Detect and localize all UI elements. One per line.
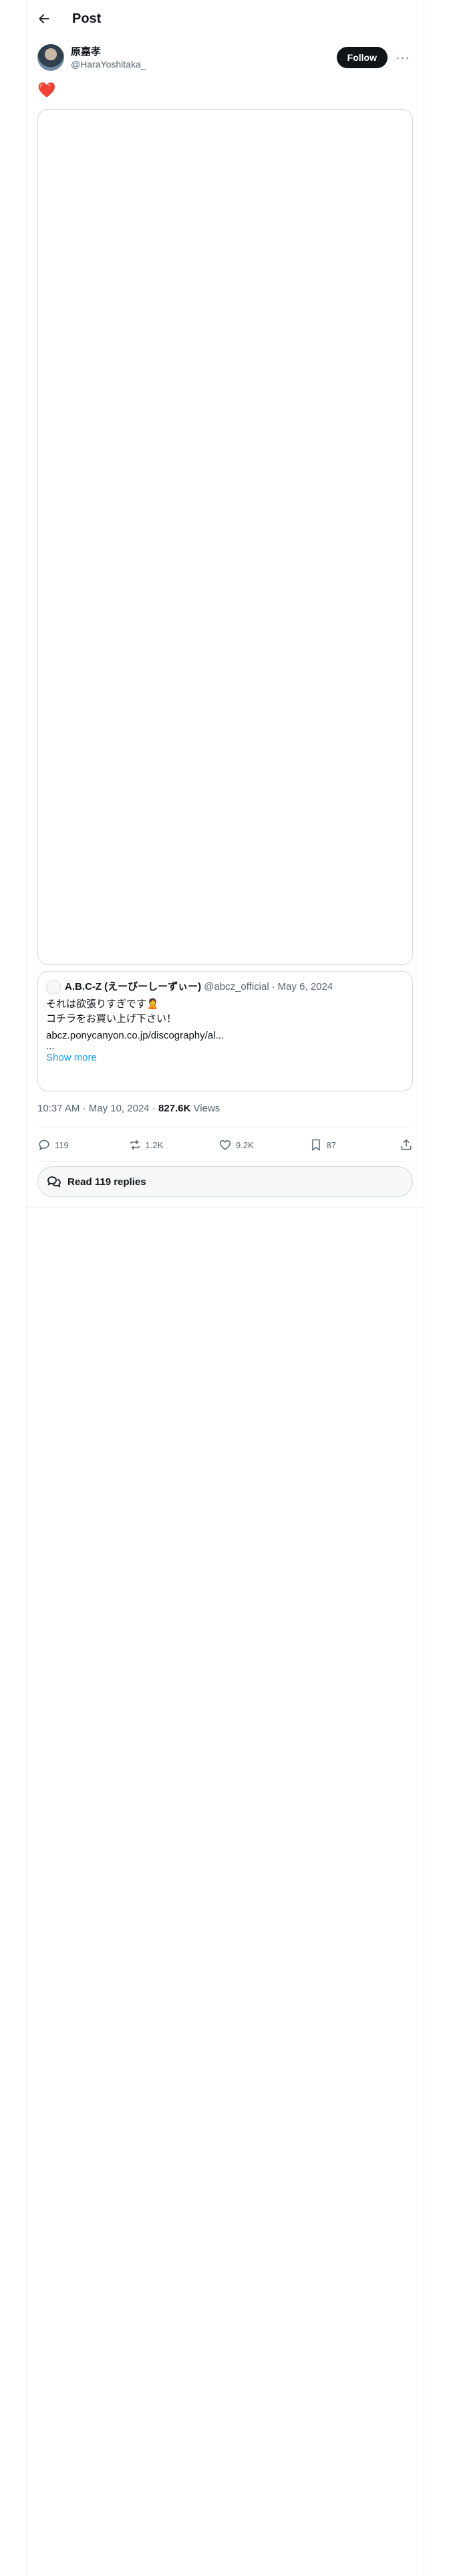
- quoted-author-handle: @abcz_official: [204, 981, 269, 992]
- share-icon: [401, 1139, 412, 1150]
- action-bar: 119 1.2K 9.2K 87: [37, 1129, 413, 1161]
- quoted-post[interactable]: A.B.C-Z (えーびーしーずぃー) @abcz_official · May…: [37, 971, 413, 1091]
- quoted-post-header: A.B.C-Z (えーびーしーずぃー) @abcz_official · May…: [46, 980, 404, 994]
- back-button[interactable]: [32, 7, 56, 31]
- divider: [27, 1207, 424, 1208]
- author-handle[interactable]: @HaraYoshitaka_: [71, 58, 146, 70]
- like-button[interactable]: 9.2K: [218, 1138, 259, 1152]
- left-column-border: [26, 0, 27, 2576]
- heart-icon: [219, 1140, 231, 1150]
- reply-count: 119: [55, 1140, 69, 1150]
- like-count: 9.2K: [236, 1140, 254, 1150]
- meta-separator: ·: [82, 1103, 86, 1114]
- bookmark-icon: [311, 1139, 320, 1151]
- author-display-name[interactable]: 原嘉孝: [71, 45, 146, 58]
- post-date[interactable]: May 10, 2024: [89, 1103, 150, 1114]
- quoted-ellipsis: ...: [46, 1041, 55, 1052]
- repost-button[interactable]: 1.2K: [128, 1138, 168, 1152]
- quoted-author-name: A.B.C-Z (えーびーしーずぃー): [65, 981, 202, 992]
- post-time[interactable]: 10:37 AM: [37, 1103, 80, 1114]
- meta-separator: ·: [152, 1103, 156, 1114]
- quoted-avatar: [46, 980, 61, 994]
- bookmark-button[interactable]: 87: [309, 1138, 349, 1152]
- reply-button[interactable]: 119: [37, 1138, 78, 1152]
- read-replies-button[interactable]: Read 119 replies: [37, 1166, 413, 1197]
- arrow-left-icon: [39, 14, 49, 23]
- bookmark-count: 87: [326, 1140, 336, 1150]
- view-count: 827.6K: [158, 1103, 191, 1114]
- repost-icon: [130, 1140, 140, 1150]
- page-title: Post: [72, 11, 102, 26]
- avatar[interactable]: [37, 44, 64, 71]
- follow-button[interactable]: Follow: [336, 47, 388, 68]
- author-names: 原嘉孝 @HaraYoshitaka_: [71, 45, 146, 70]
- post-media[interactable]: [37, 109, 413, 965]
- quoted-text: それは欲張りすぎです🙎 コチラをお買い上げ下さい！: [46, 998, 177, 1025]
- post-text: ❤️: [37, 82, 56, 98]
- views-label: Views: [193, 1103, 220, 1114]
- quoted-date: May 6, 2024: [277, 981, 333, 992]
- divider: [37, 1161, 413, 1162]
- more-options-icon[interactable]: ···: [393, 47, 413, 68]
- reply-icon: [39, 1140, 49, 1151]
- share-button[interactable]: [400, 1138, 413, 1152]
- page-header: Post: [27, 0, 424, 37]
- quoted-link[interactable]: abcz.ponycanyon.co.jp/discography/al...: [46, 1029, 404, 1043]
- speech-bubbles-icon: [47, 1176, 61, 1188]
- repost-count: 1.2K: [145, 1140, 164, 1150]
- show-more-link[interactable]: Show more: [46, 1052, 404, 1063]
- author-row: 原嘉孝 @HaraYoshitaka_ Follow ···: [37, 43, 413, 72]
- quoted-separator: ·: [271, 981, 275, 992]
- post-column: Post 原嘉孝 @HaraYoshitaka_ Follow ··· ❤️ A…: [27, 0, 424, 1208]
- read-replies-label: Read 119 replies: [67, 1176, 146, 1188]
- post-meta: 10:37 AM · May 10, 2024 · 827.6K Views: [37, 1102, 220, 1115]
